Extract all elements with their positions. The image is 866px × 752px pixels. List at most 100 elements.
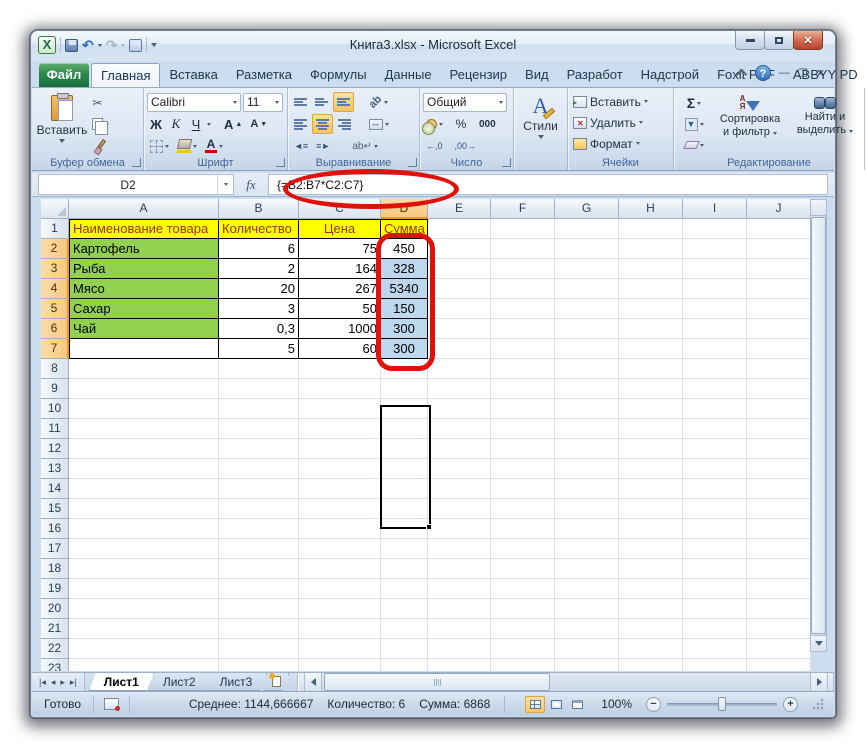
- cell-D12[interactable]: [381, 439, 428, 459]
- cell-I6[interactable]: [683, 319, 747, 339]
- column-header-D[interactable]: D: [381, 199, 428, 219]
- borders-button[interactable]: [147, 136, 172, 156]
- cell-I5[interactable]: [683, 299, 747, 319]
- cell-G23[interactable]: [555, 659, 619, 671]
- cell-C18[interactable]: [299, 559, 381, 579]
- delete-cells-button[interactable]: Удалить: [571, 112, 670, 133]
- cell-H7[interactable]: [619, 339, 683, 359]
- last-sheet-icon[interactable]: ▸|: [70, 677, 77, 688]
- cell-F18[interactable]: [491, 559, 555, 579]
- cell-E5[interactable]: [428, 299, 491, 319]
- font-size-combo[interactable]: 11: [243, 92, 283, 112]
- styles-button[interactable]: А Стили: [517, 91, 564, 155]
- cell-I21[interactable]: [683, 619, 747, 639]
- row-header-16[interactable]: 16: [41, 519, 69, 539]
- row-header-3[interactable]: 3: [41, 259, 69, 279]
- cell-C12[interactable]: [299, 439, 381, 459]
- cell-G14[interactable]: [555, 479, 619, 499]
- sheet-tab-Лист3[interactable]: Лист3: [205, 673, 268, 691]
- cell-H14[interactable]: [619, 479, 683, 499]
- zoom-slider-track[interactable]: [667, 696, 777, 711]
- cell-E13[interactable]: [428, 459, 491, 479]
- cell-F12[interactable]: [491, 439, 555, 459]
- column-header-G[interactable]: G: [555, 199, 619, 219]
- cell-H11[interactable]: [619, 419, 683, 439]
- cell-B22[interactable]: [219, 639, 299, 659]
- horizontal-scroll-track[interactable]: [322, 673, 810, 691]
- row-header-22[interactable]: 22: [41, 639, 69, 659]
- sheet-tab-Лист2[interactable]: Лист2: [148, 673, 211, 691]
- cell-J2[interactable]: [747, 239, 811, 259]
- cell-I12[interactable]: [683, 439, 747, 459]
- cell-J17[interactable]: [747, 539, 811, 559]
- cell-I11[interactable]: [683, 419, 747, 439]
- cell-F20[interactable]: [491, 599, 555, 619]
- cell-B12[interactable]: [219, 439, 299, 459]
- horizontal-scroll-thumb[interactable]: [324, 673, 551, 691]
- cell-G6[interactable]: [555, 319, 619, 339]
- macro-record-icon[interactable]: [104, 698, 121, 711]
- restore-button[interactable]: [764, 31, 794, 50]
- name-box[interactable]: D2: [38, 174, 234, 195]
- cell-B17[interactable]: [219, 539, 299, 559]
- cell-H22[interactable]: [619, 639, 683, 659]
- cell-I22[interactable]: [683, 639, 747, 659]
- cell-J10[interactable]: [747, 399, 811, 419]
- cell-G13[interactable]: [555, 459, 619, 479]
- insert-cells-button[interactable]: Вставить: [571, 91, 670, 112]
- cell-F6[interactable]: [491, 319, 555, 339]
- cell-A17[interactable]: [69, 539, 219, 559]
- cell-C17[interactable]: [299, 539, 381, 559]
- cell-E9[interactable]: [428, 379, 491, 399]
- cell-G11[interactable]: [555, 419, 619, 439]
- cell-J16[interactable]: [747, 519, 811, 539]
- column-header-I[interactable]: I: [683, 199, 747, 219]
- cell-D8[interactable]: [381, 359, 428, 379]
- cell-E4[interactable]: [428, 279, 491, 299]
- cell-B11[interactable]: [219, 419, 299, 439]
- page-break-view-button[interactable]: [567, 696, 587, 713]
- cell-G19[interactable]: [555, 579, 619, 599]
- cell-I13[interactable]: [683, 459, 747, 479]
- cell-E16[interactable]: [428, 519, 491, 539]
- cell-B1[interactable]: Количество: [219, 219, 299, 239]
- align-bottom-button[interactable]: [333, 92, 354, 112]
- cell-D5[interactable]: 150: [381, 299, 428, 319]
- first-sheet-icon[interactable]: |◂: [39, 677, 46, 688]
- cell-C11[interactable]: [299, 419, 381, 439]
- cell-A4[interactable]: Мясо: [69, 279, 219, 299]
- cell-J22[interactable]: [747, 639, 811, 659]
- cell-H13[interactable]: [619, 459, 683, 479]
- cell-G8[interactable]: [555, 359, 619, 379]
- comma-format-button[interactable]: 000: [476, 114, 499, 134]
- cell-D6[interactable]: 300: [381, 319, 428, 339]
- customize-qat-icon[interactable]: [151, 43, 158, 47]
- cell-F14[interactable]: [491, 479, 555, 499]
- vertical-scrollbar[interactable]: [810, 199, 827, 652]
- prev-sheet-icon[interactable]: ◂: [51, 677, 56, 688]
- scroll-down-button[interactable]: [811, 635, 826, 651]
- row-header-13[interactable]: 13: [41, 459, 69, 479]
- cell-C21[interactable]: [299, 619, 381, 639]
- select-all-corner[interactable]: [41, 199, 69, 219]
- cell-D19[interactable]: [381, 579, 428, 599]
- cell-F16[interactable]: [491, 519, 555, 539]
- format-painter-button[interactable]: [89, 135, 112, 155]
- cell-C2[interactable]: 75: [299, 239, 381, 259]
- cell-F7[interactable]: [491, 339, 555, 359]
- cell-A1[interactable]: Наименование товара: [69, 219, 219, 239]
- cell-C16[interactable]: [299, 519, 381, 539]
- decrease-decimal-button[interactable]: ,00→: [452, 136, 480, 156]
- cell-E19[interactable]: [428, 579, 491, 599]
- cell-D16[interactable]: [381, 519, 428, 539]
- cell-C20[interactable]: [299, 599, 381, 619]
- tab-home[interactable]: Главная: [91, 63, 161, 87]
- number-format-combo[interactable]: Общий: [423, 92, 507, 112]
- cell-E11[interactable]: [428, 419, 491, 439]
- cell-G22[interactable]: [555, 639, 619, 659]
- cell-E17[interactable]: [428, 539, 491, 559]
- cell-B16[interactable]: [219, 519, 299, 539]
- cell-A20[interactable]: [69, 599, 219, 619]
- cell-J4[interactable]: [747, 279, 811, 299]
- cell-E8[interactable]: [428, 359, 491, 379]
